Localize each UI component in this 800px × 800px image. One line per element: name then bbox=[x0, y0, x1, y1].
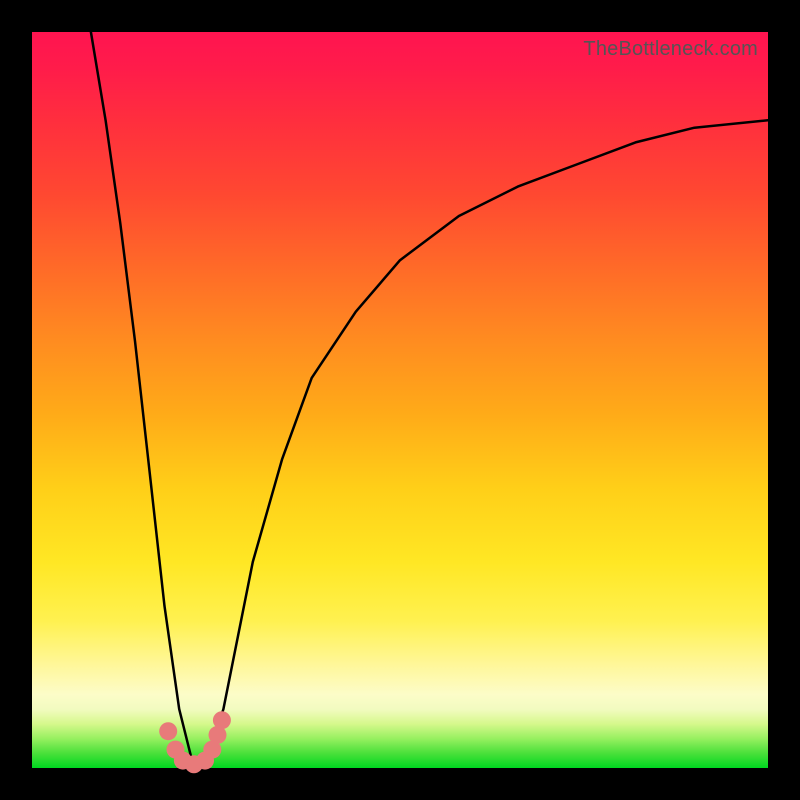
curve-layer bbox=[32, 32, 768, 768]
marker-point bbox=[213, 711, 231, 729]
bottleneck-curve bbox=[91, 32, 768, 768]
chart-frame: TheBottleneck.com bbox=[0, 0, 800, 800]
plot-area: TheBottleneck.com bbox=[32, 32, 768, 768]
marker-point bbox=[159, 722, 177, 740]
highlighted-markers bbox=[159, 711, 231, 773]
